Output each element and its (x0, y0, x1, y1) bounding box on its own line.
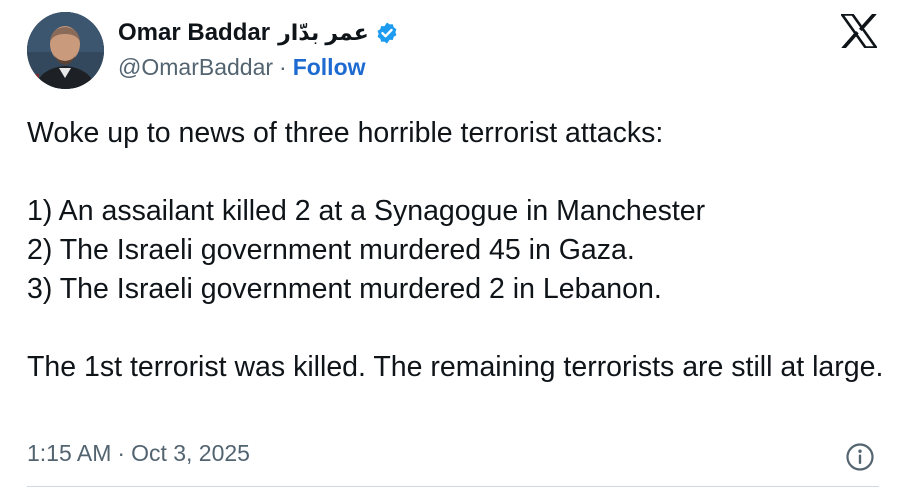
tweet-line: The 1st terrorist was killed. The remain… (27, 351, 884, 383)
x-logo-icon[interactable] (839, 11, 879, 51)
tweet-line: 3) The Israeli government murdered 2 in … (27, 273, 662, 305)
follow-button[interactable]: Follow (293, 54, 366, 81)
name-row: Omar Baddar عمر بدّار (118, 16, 399, 50)
handle-separator: · (279, 53, 287, 80)
info-icon[interactable] (845, 442, 875, 472)
divider (27, 486, 879, 487)
timestamp-separator: · (117, 440, 126, 466)
display-name-arabic[interactable]: عمر بدّار (278, 20, 369, 46)
tweet-header: Omar Baddar عمر بدّار @OmarBaddar · Foll… (118, 16, 399, 84)
tweet-timestamp[interactable]: 1:15 AM · Oct 3, 2025 (27, 440, 250, 467)
handle-row: @OmarBaddar · Follow (118, 50, 399, 84)
avatar[interactable] (27, 12, 104, 89)
avatar-image (27, 12, 104, 89)
display-name[interactable]: Omar Baddar (118, 19, 270, 47)
user-handle[interactable]: @OmarBaddar (118, 54, 273, 81)
tweet-line: 1) An assailant killed 2 at a Synagogue … (27, 195, 706, 227)
tweet-line: 2) The Israeli government murdered 45 in… (27, 234, 635, 266)
tweet-line: Woke up to news of three horrible terror… (27, 117, 664, 149)
tweet-date: Oct 3, 2025 (131, 440, 250, 466)
tweet-time: 1:15 AM (27, 440, 112, 466)
tweet-card: Omar Baddar عمر بدّار @OmarBaddar · Foll… (0, 0, 899, 499)
verified-badge-icon (375, 21, 399, 45)
tweet-text: Woke up to news of three horrible terror… (27, 114, 887, 387)
